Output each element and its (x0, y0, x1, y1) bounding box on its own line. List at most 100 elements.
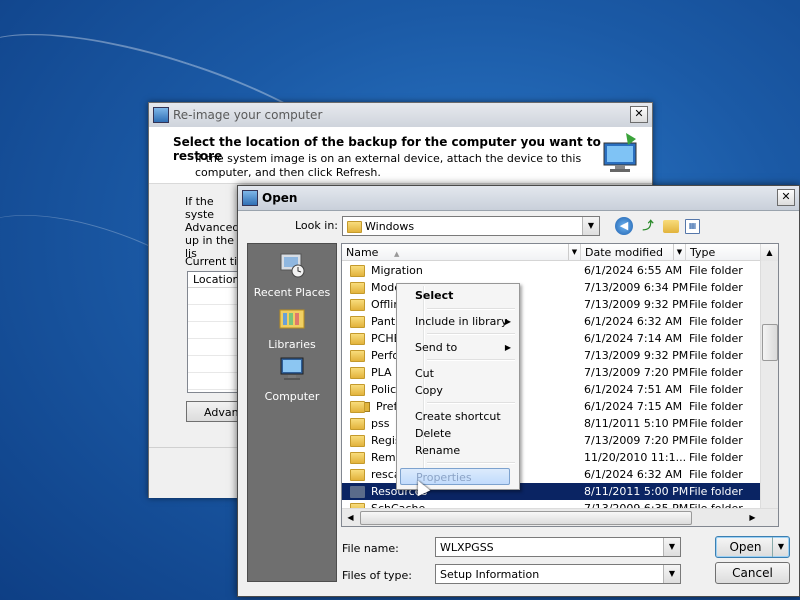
file-date-cell: 6/1/2024 6:32 AM (584, 315, 683, 328)
place-label: Recent Places (253, 286, 331, 299)
cancel-button[interactable]: Cancel (715, 562, 790, 584)
chevron-down-icon[interactable]: ▼ (663, 538, 680, 556)
current-time-label: Current tim (185, 255, 241, 268)
menu-item-label: Cut (415, 367, 434, 380)
file-type-value: Setup Information (440, 568, 540, 581)
menu-item-select[interactable]: Select (415, 287, 515, 304)
list-item[interactable] (188, 373, 242, 390)
type-column-label: Type (690, 246, 716, 259)
backup-monitor-icon (603, 133, 637, 172)
reimage-close-button[interactable]: ✕ (630, 106, 648, 123)
file-date-cell: 6/1/2024 7:14 AM (584, 332, 683, 345)
look-in-combo[interactable]: Windows ▼ (342, 216, 600, 236)
folder-icon (350, 282, 365, 294)
file-date-cell: 7/13/2009 7:20 PM (584, 366, 688, 379)
file-date-cell: 8/11/2011 5:10 PM (584, 417, 688, 430)
menu-item-label: Send to (415, 341, 458, 354)
menu-item-create-shortcut[interactable]: Create shortcut (415, 408, 515, 425)
folder-icon (350, 316, 365, 328)
open-title: Open (262, 191, 298, 205)
navigation-toolbar: ◀ ⤴ ▦ (615, 217, 700, 235)
date-column-label: Date modified (585, 246, 663, 259)
menu-item-include-in-library[interactable]: Include in library ▶ (415, 313, 515, 330)
horizontal-scrollbar[interactable]: ◀ ▶ (342, 508, 778, 526)
location-column-header[interactable]: Location (188, 272, 242, 288)
list-item[interactable] (188, 322, 242, 339)
list-item[interactable] (188, 339, 242, 356)
file-date-cell: 6/1/2024 6:32 AM (584, 468, 683, 481)
open-app-icon (242, 190, 258, 206)
file-name-cell[interactable]: Migration (350, 262, 582, 279)
menu-item-copy[interactable]: Copy (415, 382, 515, 399)
folder-icon (350, 401, 365, 413)
chevron-down-icon[interactable]: ▼ (582, 217, 599, 235)
menu-item-send-to[interactable]: Send to ▶ (415, 339, 515, 356)
chevron-down-icon[interactable]: ▼ (568, 244, 580, 260)
reimage-title: Re-image your computer (173, 108, 323, 122)
folder-icon (350, 384, 365, 396)
menu-item-label: Delete (415, 427, 452, 440)
backup-location-list[interactable]: Location (187, 271, 243, 393)
chevron-down-icon[interactable]: ▼ (673, 244, 685, 260)
up-folder-icon[interactable]: ⤴ (639, 217, 657, 235)
advanced-button[interactable]: Advanc (186, 401, 242, 422)
scroll-left-icon[interactable]: ◀ (342, 509, 359, 526)
folder-icon (350, 299, 365, 311)
name-column-header[interactable]: Name ▲ ▼ (342, 244, 581, 261)
submenu-arrow-icon: ▶ (504, 343, 511, 352)
scroll-up-icon[interactable]: ▲ (761, 244, 778, 261)
folder-icon (347, 221, 362, 233)
chevron-down-icon[interactable]: ▼ (772, 537, 789, 557)
submenu-arrow-icon: ▶ (504, 317, 511, 326)
scroll-right-icon[interactable]: ▶ (744, 509, 761, 526)
table-row[interactable]: Migration 6/1/2024 6:55 AM File folder (342, 262, 778, 279)
open-button-label: Open (729, 540, 762, 554)
type-column-header[interactable]: Type (686, 244, 761, 261)
place-computer[interactable]: Computer (248, 354, 336, 403)
place-libraries[interactable]: Libraries (248, 302, 336, 351)
place-recent-places[interactable]: Recent Places (248, 250, 336, 299)
file-name-input[interactable]: WLXPGSS ▼ (435, 537, 681, 557)
list-item[interactable] (188, 356, 242, 373)
place-label: Libraries (268, 338, 316, 351)
menu-item-delete[interactable]: Delete (415, 425, 515, 442)
chevron-down-icon[interactable]: ▼ (663, 565, 680, 583)
list-item[interactable] (188, 288, 242, 305)
file-name: Migration (371, 264, 423, 277)
folder-icon (350, 469, 365, 481)
file-name-value: WLXPGSS (440, 541, 494, 554)
horizontal-scroll-thumb[interactable] (360, 511, 692, 525)
reimage-titlebar[interactable]: Re-image your computer ✕ (149, 103, 652, 128)
place-label: Computer (264, 390, 320, 403)
open-button[interactable]: Open ▼ (715, 536, 790, 558)
file-type-select[interactable]: Setup Information ▼ (435, 564, 681, 584)
folder-icon (350, 350, 365, 362)
open-close-button[interactable]: ✕ (777, 189, 795, 206)
menu-item-cut[interactable]: Cut (415, 365, 515, 382)
menu-item-rename[interactable]: Rename (415, 442, 515, 459)
menu-separator (427, 333, 515, 335)
views-menu-icon[interactable]: ▦ (685, 219, 700, 234)
reimage-header: Select the location of the backup for th… (149, 127, 652, 184)
folder-icon (350, 452, 365, 464)
reimage-description: If the system image is on an external de… (195, 152, 582, 179)
file-date-cell: 7/13/2009 9:32 PM (584, 298, 688, 311)
file-date-cell: 7/13/2009 7:20 PM (584, 434, 688, 447)
recent-places-icon (280, 253, 305, 278)
vertical-scroll-thumb[interactable] (762, 324, 778, 361)
folder-icon (350, 418, 365, 430)
vertical-scrollbar[interactable]: ▲ (760, 244, 778, 508)
look-in-label: Look in: (295, 219, 338, 232)
folder-icon (350, 435, 365, 447)
file-date-cell: 6/1/2024 7:51 AM (584, 383, 683, 396)
date-column-header[interactable]: Date modified ▼ (581, 244, 686, 261)
menu-item-label: Create shortcut (415, 410, 501, 423)
file-date-cell: 7/13/2009 9:32 PM (584, 349, 688, 362)
back-icon[interactable]: ◀ (615, 217, 633, 235)
folder-icon (350, 367, 365, 379)
new-folder-icon[interactable] (663, 220, 679, 233)
open-titlebar[interactable]: Open ✕ (238, 186, 799, 211)
list-item[interactable] (188, 305, 242, 322)
file-name: pss (371, 417, 390, 430)
folder-icon (350, 265, 365, 277)
